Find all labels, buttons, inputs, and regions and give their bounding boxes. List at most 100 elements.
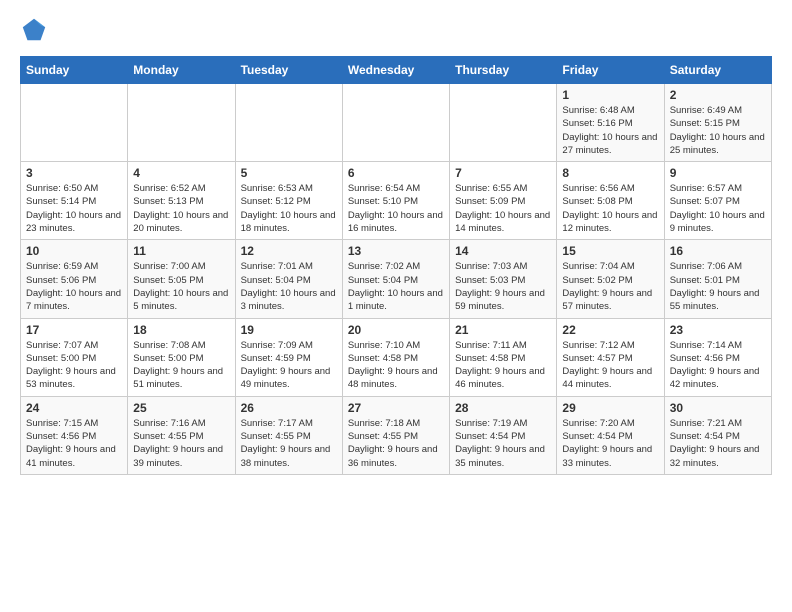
- day-number: 26: [241, 401, 337, 415]
- day-info: Sunrise: 6:53 AM Sunset: 5:12 PM Dayligh…: [241, 182, 337, 235]
- calendar-cell: [342, 84, 449, 162]
- calendar-cell: 4 Sunrise: 6:52 AM Sunset: 5:13 PM Daylig…: [128, 162, 235, 240]
- header: [20, 16, 772, 44]
- header-cell-monday: Monday: [128, 57, 235, 84]
- header-cell-sunday: Sunday: [21, 57, 128, 84]
- calendar-cell: 12Sunrise: 7:01 AM Sunset: 5:04 PM Dayli…: [235, 240, 342, 318]
- day-info: Sunrise: 6:57 AM Sunset: 5:07 PM Dayligh…: [670, 182, 766, 235]
- day-info: Sunrise: 6:52 AM Sunset: 5:13 PM Dayligh…: [133, 182, 229, 235]
- day-info: Sunrise: 6:49 AM Sunset: 5:15 PM Dayligh…: [670, 104, 766, 157]
- day-info: Sunrise: 7:10 AM Sunset: 4:58 PM Dayligh…: [348, 339, 444, 392]
- day-info: Sunrise: 7:16 AM Sunset: 4:55 PM Dayligh…: [133, 417, 229, 470]
- day-number: 3: [26, 166, 122, 180]
- calendar-cell: 6 Sunrise: 6:54 AM Sunset: 5:10 PM Daylig…: [342, 162, 449, 240]
- calendar-cell: 8Sunrise: 6:56 AM Sunset: 5:08 PM Daylig…: [557, 162, 664, 240]
- calendar-row: 10Sunrise: 6:59 AM Sunset: 5:06 PM Dayli…: [21, 240, 772, 318]
- day-info: Sunrise: 7:07 AM Sunset: 5:00 PM Dayligh…: [26, 339, 122, 392]
- day-number: 15: [562, 244, 658, 258]
- day-number: 7: [455, 166, 551, 180]
- header-cell-wednesday: Wednesday: [342, 57, 449, 84]
- day-number: 20: [348, 323, 444, 337]
- day-info: Sunrise: 7:18 AM Sunset: 4:55 PM Dayligh…: [348, 417, 444, 470]
- day-info: Sunrise: 6:54 AM Sunset: 5:10 PM Dayligh…: [348, 182, 444, 235]
- day-number: 16: [670, 244, 766, 258]
- calendar-cell: 13Sunrise: 7:02 AM Sunset: 5:04 PM Dayli…: [342, 240, 449, 318]
- day-info: Sunrise: 7:08 AM Sunset: 5:00 PM Dayligh…: [133, 339, 229, 392]
- day-info: Sunrise: 7:09 AM Sunset: 4:59 PM Dayligh…: [241, 339, 337, 392]
- calendar-cell: 15 Sunrise: 7:04 AM Sunset: 5:02 PM Dayli…: [557, 240, 664, 318]
- calendar-row: 17 Sunrise: 7:07 AM Sunset: 5:00 PM Dayli…: [21, 318, 772, 396]
- day-number: 5: [241, 166, 337, 180]
- day-number: 10: [26, 244, 122, 258]
- day-info: Sunrise: 7:06 AM Sunset: 5:01 PM Dayligh…: [670, 260, 766, 313]
- day-info: Sunrise: 7:21 AM Sunset: 4:54 PM Dayligh…: [670, 417, 766, 470]
- day-info: Sunrise: 7:00 AM Sunset: 5:05 PM Dayligh…: [133, 260, 229, 313]
- day-number: 29: [562, 401, 658, 415]
- day-number: 1: [562, 88, 658, 102]
- day-info: Sunrise: 7:15 AM Sunset: 4:56 PM Dayligh…: [26, 417, 122, 470]
- calendar-cell: 16 Sunrise: 7:06 AM Sunset: 5:01 PM Dayli…: [664, 240, 771, 318]
- calendar-cell: 24 Sunrise: 7:15 AM Sunset: 4:56 PM Dayli…: [21, 396, 128, 474]
- day-info: Sunrise: 7:17 AM Sunset: 4:55 PM Dayligh…: [241, 417, 337, 470]
- day-number: 6: [348, 166, 444, 180]
- day-info: Sunrise: 7:04 AM Sunset: 5:02 PM Dayligh…: [562, 260, 658, 313]
- calendar-cell: 5 Sunrise: 6:53 AM Sunset: 5:12 PM Daylig…: [235, 162, 342, 240]
- day-info: Sunrise: 7:19 AM Sunset: 4:54 PM Dayligh…: [455, 417, 551, 470]
- day-number: 21: [455, 323, 551, 337]
- calendar-cell: 23 Sunrise: 7:14 AM Sunset: 4:56 PM Dayli…: [664, 318, 771, 396]
- calendar-cell: 9 Sunrise: 6:57 AM Sunset: 5:07 PM Daylig…: [664, 162, 771, 240]
- calendar-cell: [128, 84, 235, 162]
- day-number: 28: [455, 401, 551, 415]
- day-number: 25: [133, 401, 229, 415]
- day-number: 19: [241, 323, 337, 337]
- day-number: 23: [670, 323, 766, 337]
- day-number: 2: [670, 88, 766, 102]
- calendar-cell: 22 Sunrise: 7:12 AM Sunset: 4:57 PM Dayli…: [557, 318, 664, 396]
- day-number: 30: [670, 401, 766, 415]
- day-info: Sunrise: 7:12 AM Sunset: 4:57 PM Dayligh…: [562, 339, 658, 392]
- day-number: 17: [26, 323, 122, 337]
- day-info: Sunrise: 6:56 AM Sunset: 5:08 PM Dayligh…: [562, 182, 658, 235]
- calendar-cell: 1 Sunrise: 6:48 AM Sunset: 5:16 PM Daylig…: [557, 84, 664, 162]
- calendar-cell: 28 Sunrise: 7:19 AM Sunset: 4:54 PM Dayli…: [450, 396, 557, 474]
- header-cell-thursday: Thursday: [450, 57, 557, 84]
- calendar-row: 3Sunrise: 6:50 AM Sunset: 5:14 PM Daylig…: [21, 162, 772, 240]
- day-number: 24: [26, 401, 122, 415]
- calendar-table: SundayMondayTuesdayWednesdayThursdayFrid…: [20, 56, 772, 475]
- calendar-cell: 7 Sunrise: 6:55 AM Sunset: 5:09 PM Daylig…: [450, 162, 557, 240]
- calendar-cell: [450, 84, 557, 162]
- calendar-cell: 26 Sunrise: 7:17 AM Sunset: 4:55 PM Dayli…: [235, 396, 342, 474]
- calendar-cell: 20 Sunrise: 7:10 AM Sunset: 4:58 PM Dayli…: [342, 318, 449, 396]
- header-cell-saturday: Saturday: [664, 57, 771, 84]
- day-info: Sunrise: 7:14 AM Sunset: 4:56 PM Dayligh…: [670, 339, 766, 392]
- calendar-cell: 30 Sunrise: 7:21 AM Sunset: 4:54 PM Dayli…: [664, 396, 771, 474]
- calendar-cell: [21, 84, 128, 162]
- header-cell-friday: Friday: [557, 57, 664, 84]
- day-info: Sunrise: 7:02 AM Sunset: 5:04 PM Dayligh…: [348, 260, 444, 313]
- calendar-cell: 21 Sunrise: 7:11 AM Sunset: 4:58 PM Dayli…: [450, 318, 557, 396]
- calendar-body: 1 Sunrise: 6:48 AM Sunset: 5:16 PM Daylig…: [21, 84, 772, 475]
- day-number: 9: [670, 166, 766, 180]
- day-number: 12: [241, 244, 337, 258]
- day-info: Sunrise: 6:55 AM Sunset: 5:09 PM Dayligh…: [455, 182, 551, 235]
- calendar-cell: [235, 84, 342, 162]
- logo: [20, 16, 52, 44]
- page: SundayMondayTuesdayWednesdayThursdayFrid…: [0, 0, 792, 485]
- logo-icon: [20, 16, 48, 44]
- header-row: SundayMondayTuesdayWednesdayThursdayFrid…: [21, 57, 772, 84]
- day-info: Sunrise: 7:03 AM Sunset: 5:03 PM Dayligh…: [455, 260, 551, 313]
- calendar-cell: 19 Sunrise: 7:09 AM Sunset: 4:59 PM Dayli…: [235, 318, 342, 396]
- day-number: 11: [133, 244, 229, 258]
- day-number: 18: [133, 323, 229, 337]
- day-number: 14: [455, 244, 551, 258]
- calendar-cell: 14 Sunrise: 7:03 AM Sunset: 5:03 PM Dayli…: [450, 240, 557, 318]
- calendar-cell: 27 Sunrise: 7:18 AM Sunset: 4:55 PM Dayli…: [342, 396, 449, 474]
- day-number: 22: [562, 323, 658, 337]
- day-number: 27: [348, 401, 444, 415]
- day-number: 4: [133, 166, 229, 180]
- day-info: Sunrise: 7:11 AM Sunset: 4:58 PM Dayligh…: [455, 339, 551, 392]
- calendar-cell: 11 Sunrise: 7:00 AM Sunset: 5:05 PM Dayli…: [128, 240, 235, 318]
- calendar-row: 24 Sunrise: 7:15 AM Sunset: 4:56 PM Dayli…: [21, 396, 772, 474]
- day-info: Sunrise: 6:48 AM Sunset: 5:16 PM Dayligh…: [562, 104, 658, 157]
- calendar-cell: 2 Sunrise: 6:49 AM Sunset: 5:15 PM Daylig…: [664, 84, 771, 162]
